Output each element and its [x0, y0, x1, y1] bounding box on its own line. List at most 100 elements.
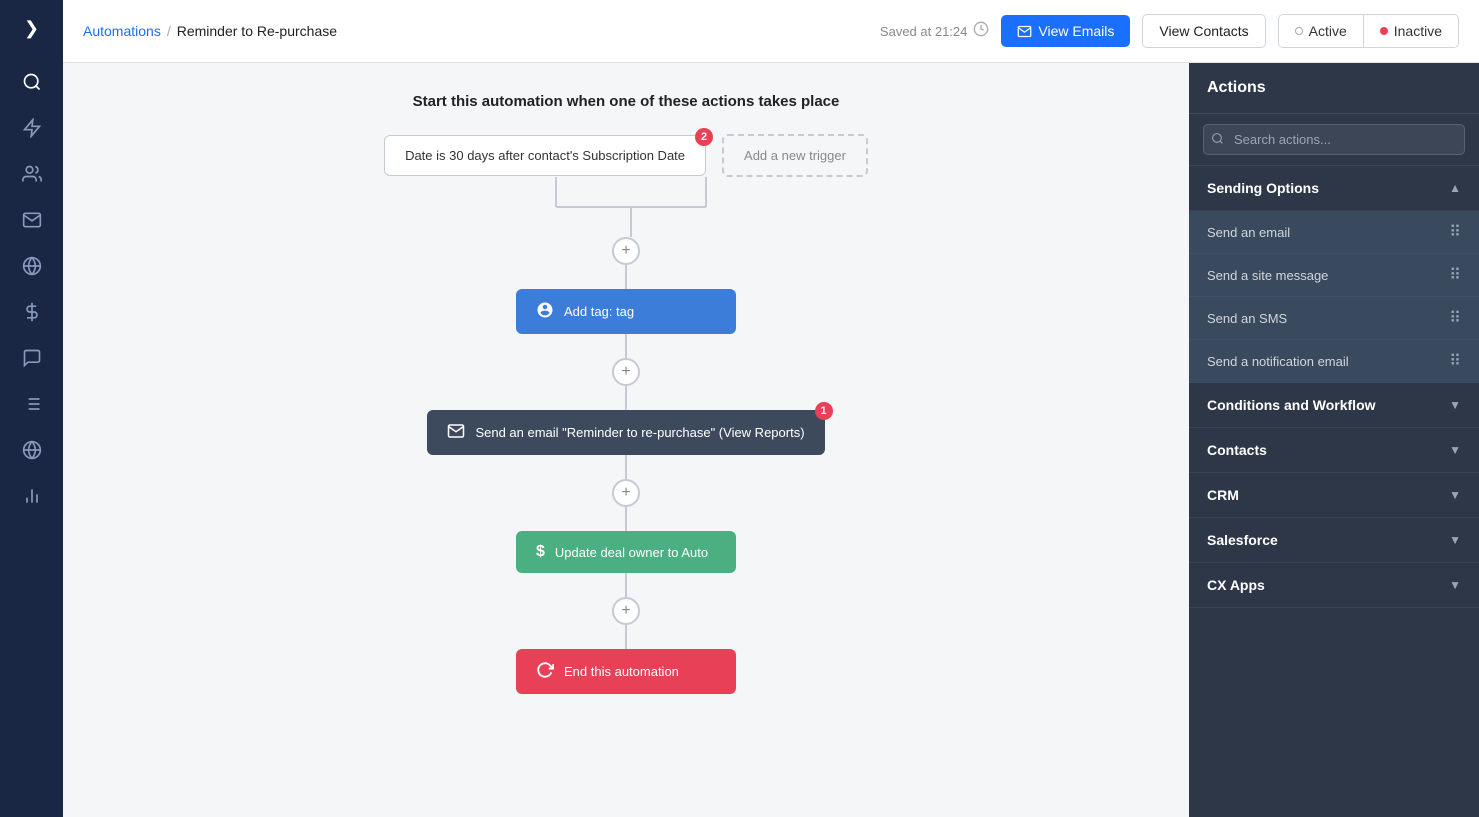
sidebar-nav: ❯	[0, 0, 63, 817]
drag-handle-send-email[interactable]: ⠿	[1449, 222, 1461, 242]
send-email-label: Send an email	[1207, 225, 1290, 240]
status-active-button[interactable]: Active	[1279, 15, 1364, 47]
salesforce-label: Salesforce	[1207, 532, 1278, 548]
automation-title: Start this automation when one of these …	[413, 93, 840, 110]
view-emails-label: View Emails	[1038, 23, 1114, 39]
canvas-area: Start this automation when one of these …	[63, 63, 1189, 817]
nav-item-lists[interactable]	[12, 384, 52, 424]
trigger-1-badge: 2	[695, 128, 713, 146]
saved-info: Saved at 21:24	[880, 21, 989, 42]
top-bar: Automations / Reminder to Re-purchase Sa…	[63, 0, 1479, 63]
search-box	[1189, 114, 1479, 166]
nav-item-globe[interactable]	[12, 430, 52, 470]
node-update-deal[interactable]: $ Update deal owner to Auto	[516, 531, 736, 573]
view-contacts-button[interactable]: View Contacts	[1142, 14, 1265, 48]
panel-title: Actions	[1207, 79, 1266, 96]
connector-line-6	[625, 573, 627, 597]
nav-item-contacts[interactable]	[12, 154, 52, 194]
tag-node-label: Add tag: tag	[564, 304, 634, 319]
status-inactive-label: Inactive	[1394, 23, 1442, 39]
nav-item-messages[interactable]	[12, 338, 52, 378]
nav-item-analytics[interactable]	[12, 246, 52, 286]
trigger-box-1[interactable]: Date is 30 days after contact's Subscrip…	[384, 135, 706, 176]
branch-connector	[396, 177, 856, 237]
active-dot-icon	[1295, 27, 1303, 35]
search-icon	[1211, 132, 1224, 148]
search-actions-input[interactable]	[1203, 124, 1465, 155]
drag-handle-site-message[interactable]: ⠿	[1449, 265, 1461, 285]
add-trigger-box[interactable]: Add a new trigger	[722, 134, 868, 177]
action-item-notification-email[interactable]: Send a notification email ⠿	[1189, 340, 1479, 383]
section-crm[interactable]: CRM ▼	[1189, 473, 1479, 518]
node-send-email[interactable]: Send an email "Reminder to re-purchase" …	[427, 410, 824, 455]
drag-handle-notification-email[interactable]: ⠿	[1449, 351, 1461, 371]
connector-line-2	[625, 334, 627, 358]
connector-line-7	[625, 625, 627, 649]
deal-node-label: Update deal owner to Auto	[555, 545, 708, 560]
breadcrumb: Automations / Reminder to Re-purchase	[83, 23, 337, 39]
status-inactive-button[interactable]: Inactive	[1364, 15, 1458, 47]
section-cxapps[interactable]: CX Apps ▼	[1189, 563, 1479, 608]
add-step-button-3[interactable]: +	[612, 479, 640, 507]
deal-node-icon: $	[536, 543, 545, 561]
email-node-label: Send an email "Reminder to re-purchase" …	[475, 425, 804, 440]
section-salesforce[interactable]: Salesforce ▼	[1189, 518, 1479, 563]
content-area: Start this automation when one of these …	[63, 63, 1479, 817]
chevron-up-icon: ▲	[1449, 181, 1461, 195]
sidebar-toggle[interactable]: ❯	[14, 10, 50, 46]
breadcrumb-parent[interactable]: Automations	[83, 23, 161, 39]
node-end-automation[interactable]: End this automation	[516, 649, 736, 694]
email-node-icon	[447, 422, 465, 443]
flow-container: Date is 30 days after contact's Subscrip…	[103, 134, 1149, 694]
connector-line-5	[625, 507, 627, 531]
connector-line-4	[625, 455, 627, 479]
tag-node-icon	[536, 301, 554, 322]
section-contacts[interactable]: Contacts ▼	[1189, 428, 1479, 473]
node-add-tag[interactable]: Add tag: tag	[516, 289, 736, 334]
drag-handle-sms[interactable]: ⠿	[1449, 308, 1461, 328]
crm-label: CRM	[1207, 487, 1239, 503]
status-group: Active Inactive	[1278, 14, 1459, 48]
trigger-2-label: Add a new trigger	[744, 148, 846, 163]
nav-item-deals[interactable]	[12, 292, 52, 332]
branch-connector-svg	[396, 177, 856, 237]
add-step-button-2[interactable]: +	[612, 358, 640, 386]
action-item-site-message[interactable]: Send a site message ⠿	[1189, 254, 1479, 297]
view-emails-button[interactable]: View Emails	[1001, 15, 1130, 47]
chevron-down-icon-conditions: ▼	[1449, 398, 1461, 412]
trigger-1-label: Date is 30 days after contact's Subscrip…	[405, 148, 685, 163]
conditions-label: Conditions and Workflow	[1207, 397, 1376, 413]
chevron-down-icon-crm: ▼	[1449, 488, 1461, 502]
action-item-send-email[interactable]: Send an email ⠿	[1189, 211, 1479, 254]
trigger-row: Date is 30 days after contact's Subscrip…	[384, 134, 868, 177]
nav-item-search[interactable]	[12, 62, 52, 102]
sms-label: Send an SMS	[1207, 311, 1287, 326]
site-message-label: Send a site message	[1207, 268, 1328, 283]
section-conditions-workflow[interactable]: Conditions and Workflow ▼	[1189, 383, 1479, 428]
sending-options-label: Sending Options	[1207, 180, 1319, 196]
status-active-label: Active	[1309, 23, 1347, 39]
nav-item-reports[interactable]	[12, 476, 52, 516]
view-contacts-label: View Contacts	[1159, 23, 1248, 39]
connector-line-3	[625, 386, 627, 410]
add-step-button-1[interactable]: +	[612, 237, 640, 265]
end-node-icon	[536, 661, 554, 682]
notification-email-label: Send a notification email	[1207, 354, 1349, 369]
chevron-down-icon-salesforce: ▼	[1449, 533, 1461, 547]
clock-icon	[973, 21, 989, 42]
chevron-right-icon: ❯	[24, 18, 39, 39]
sending-options-items: Send an email ⠿ Send a site message ⠿ Se…	[1189, 211, 1479, 383]
section-sending-options[interactable]: Sending Options ▲	[1189, 166, 1479, 211]
end-node-label: End this automation	[564, 664, 679, 679]
nav-item-email[interactable]	[12, 200, 52, 240]
breadcrumb-separator: /	[167, 23, 171, 39]
search-wrapper	[1203, 124, 1465, 155]
saved-text: Saved at 21:24	[880, 24, 967, 39]
action-item-sms[interactable]: Send an SMS ⠿	[1189, 297, 1479, 340]
connector-line-1	[625, 265, 627, 289]
cxapps-label: CX Apps	[1207, 577, 1265, 593]
add-step-button-4[interactable]: +	[612, 597, 640, 625]
chevron-down-icon-contacts: ▼	[1449, 443, 1461, 457]
inactive-dot-icon	[1380, 27, 1388, 35]
nav-item-lightning[interactable]	[12, 108, 52, 148]
